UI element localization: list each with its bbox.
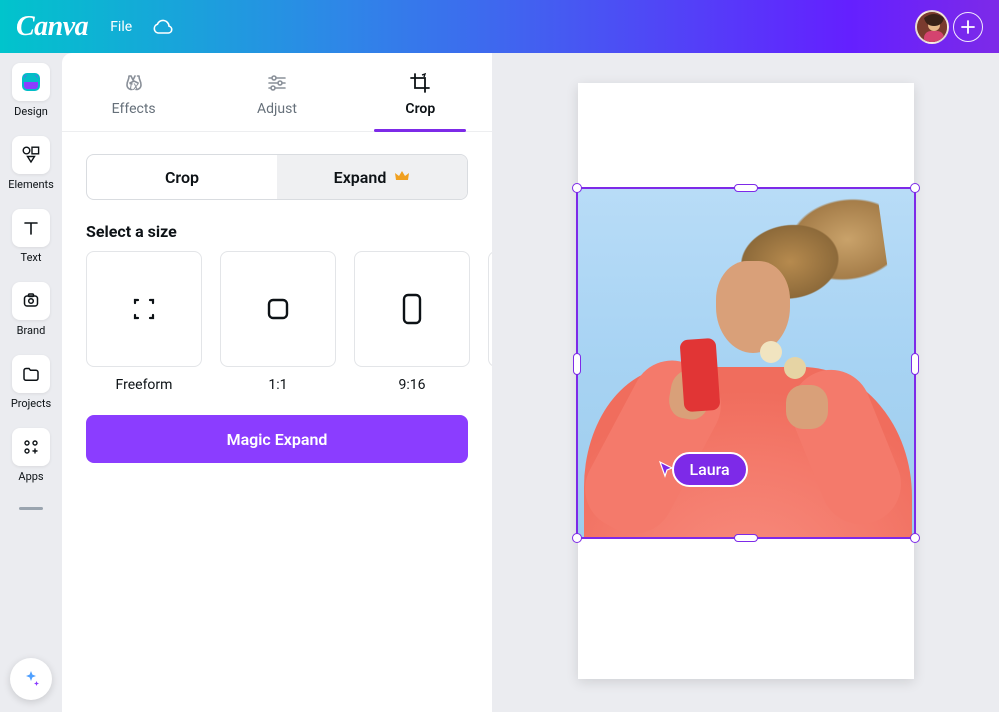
segment-crop[interactable]: Crop	[87, 155, 277, 199]
magic-assist-button[interactable]	[10, 658, 52, 700]
cloud-save-icon[interactable]	[152, 19, 174, 35]
user-avatar[interactable]	[915, 10, 949, 44]
size-label: 9:16	[399, 377, 426, 393]
apps-icon	[21, 437, 41, 457]
portrait-ratio-icon	[401, 292, 423, 326]
sidebar-label: Text	[21, 251, 42, 264]
sidebar-item-text[interactable]: Text	[12, 209, 50, 264]
tab-label: Crop	[405, 101, 435, 117]
premium-crown-icon	[394, 168, 410, 187]
tab-crop[interactable]: Crop	[349, 53, 492, 131]
projects-icon	[21, 364, 41, 384]
file-menu[interactable]: File	[110, 19, 132, 35]
size-label: 1:1	[268, 377, 287, 393]
tab-label: Adjust	[257, 101, 297, 117]
artboard-page[interactable]: Laura	[578, 83, 914, 679]
resize-handle-bottom-right[interactable]	[910, 533, 920, 543]
sidebar-item-projects[interactable]: Projects	[11, 355, 51, 410]
collaborator-cursor: Laura	[658, 452, 748, 487]
segment-label: Crop	[165, 168, 199, 187]
sparkle-icon	[20, 668, 42, 690]
sidebar-label: Apps	[18, 470, 43, 483]
size-option-1-1[interactable]: 1:1	[220, 251, 336, 393]
brand-icon	[21, 291, 41, 311]
segment-label: Expand	[334, 168, 387, 187]
resize-handle-bottom-left[interactable]	[572, 533, 582, 543]
sidebar-more-handle[interactable]	[19, 507, 43, 510]
sidebar-item-apps[interactable]: Apps	[12, 428, 50, 483]
adjust-icon	[265, 71, 289, 95]
resize-handle-top-right[interactable]	[910, 183, 920, 193]
text-icon	[21, 218, 41, 238]
collaborator-name-pill: Laura	[672, 452, 748, 487]
sidebar-item-elements[interactable]: Elements	[8, 136, 54, 191]
resize-handle-right[interactable]	[911, 353, 919, 375]
share-plus-button[interactable]	[953, 12, 983, 42]
tab-effects[interactable]: fx Effects	[62, 53, 205, 131]
size-option-9-16[interactable]: 9:16	[354, 251, 470, 393]
side-rail: Design Elements Text	[0, 53, 62, 712]
size-options: Freeform 1:1 9:16	[62, 251, 492, 393]
sidebar-label: Elements	[8, 178, 54, 191]
magic-expand-button[interactable]: Magic Expand	[86, 415, 468, 463]
button-label: Magic Expand	[227, 430, 328, 449]
crop-icon	[408, 71, 432, 95]
sidebar-label: Brand	[17, 324, 46, 337]
sidebar-label: Projects	[11, 397, 51, 410]
selected-image[interactable]: Laura	[576, 187, 916, 539]
sidebar-label: Design	[14, 105, 48, 118]
square-ratio-icon	[263, 294, 293, 324]
elements-icon	[21, 145, 41, 165]
canvas-area[interactable]: Laura	[492, 53, 999, 712]
segment-expand[interactable]: Expand	[277, 155, 467, 199]
size-option-freeform[interactable]: Freeform	[86, 251, 202, 393]
top-header: Canva File	[0, 0, 999, 53]
main-layout: Design Elements Text	[0, 53, 999, 712]
resize-handle-top-left[interactable]	[572, 183, 582, 193]
crop-expand-toggle: Crop Expand	[86, 154, 468, 200]
select-size-heading: Select a size	[86, 222, 468, 241]
edit-panel: fx Effects Adjust Crop	[62, 53, 492, 712]
panel-tabs: fx Effects Adjust Crop	[62, 53, 492, 132]
tab-adjust[interactable]: Adjust	[205, 53, 348, 131]
effects-icon: fx	[122, 71, 146, 95]
resize-handle-left[interactable]	[573, 353, 581, 375]
freeform-icon	[129, 294, 159, 324]
design-icon	[20, 71, 42, 93]
svg-text:fx: fx	[129, 79, 139, 93]
canva-logo[interactable]: Canva	[16, 11, 88, 43]
resize-handle-bottom[interactable]	[734, 534, 758, 542]
resize-handle-top[interactable]	[734, 184, 758, 192]
sidebar-item-brand[interactable]: Brand	[12, 282, 50, 337]
sidebar-item-design[interactable]: Design	[12, 63, 50, 118]
tab-label: Effects	[112, 101, 156, 117]
size-label: Freeform	[116, 377, 173, 393]
